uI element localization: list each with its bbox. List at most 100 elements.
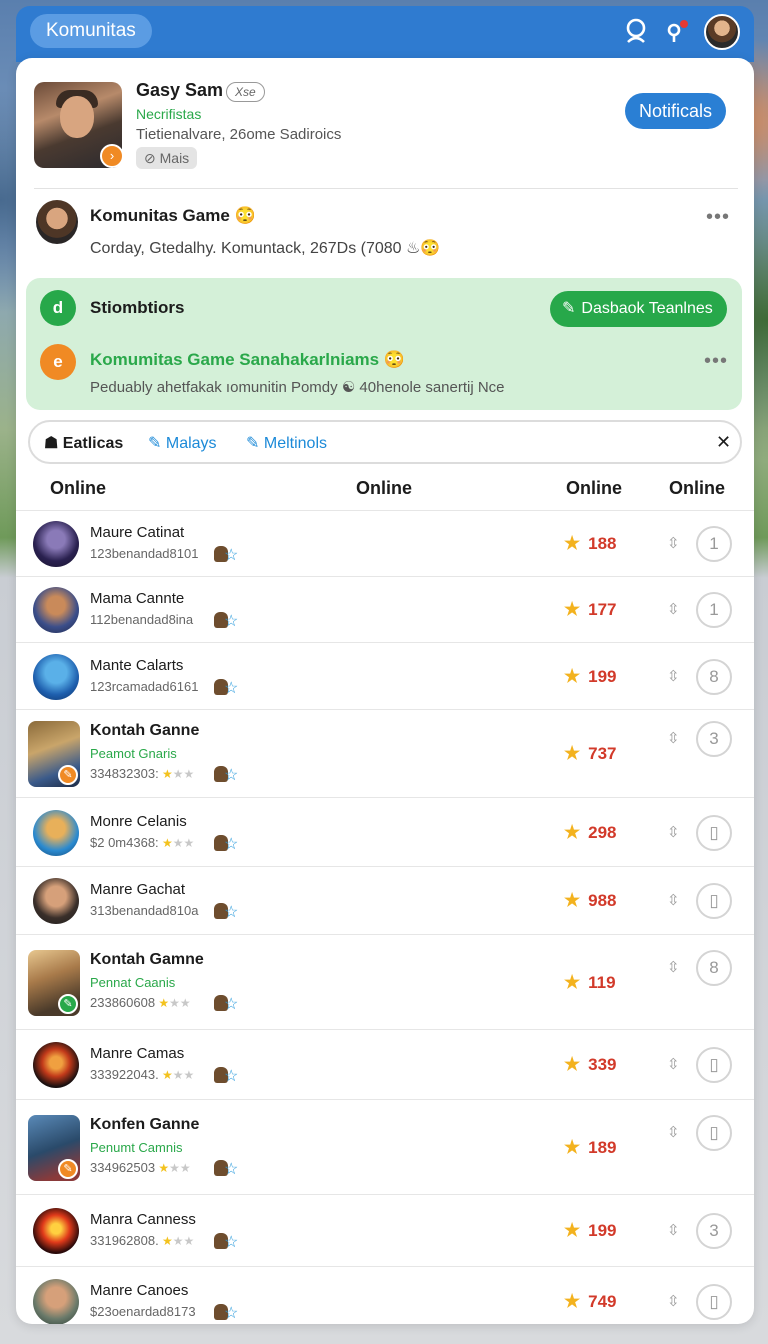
reorder-icon[interactable]: ⇳ [667,1123,680,1141]
reorder-icon[interactable]: ⇳ [667,891,680,909]
post-title: Komunitas Game 😳 [90,206,256,225]
list-item[interactable]: ✎ Kontah Gamne Pennat Caanis 233860608 ★★★ ☆… [16,934,754,1029]
rating-stars-icon: ★★★ [158,836,195,850]
filter-second[interactable]: ✎ Malays [148,433,217,453]
notification-icon[interactable] [662,16,692,46]
list-item[interactable]: Manre Gachat 313benandad810a ☆ ★ 988 ⇳ ▯ [16,866,754,934]
list-item[interactable]: Mante Calarts 123rcamadad6161 ☆ ★ 199 ⇳ 8 [16,642,754,709]
game-avatar[interactable] [33,810,79,856]
column-header[interactable]: Online [356,478,412,499]
score: ★ 749 [564,1291,617,1312]
panel-title: Stiombtiors [90,298,185,317]
score-value: 177 [588,600,617,619]
game-meta-text: 334962503 [90,1160,156,1175]
edit-badge-icon[interactable]: ✎ [58,994,78,1014]
list-item[interactable]: Mama Cannte 112benandad8ina ☆ ★ 177 ⇳ 1 [16,576,754,642]
reorder-icon[interactable]: ⇳ [667,823,680,841]
notifications-button[interactable]: Notificals [625,93,727,129]
score-value: 749 [588,1292,617,1311]
pencil-icon: ✎ [562,300,576,317]
game-avatar[interactable] [33,587,79,633]
game-name: Manre Canoes [90,1282,189,1299]
user-avatar[interactable] [704,14,740,50]
edit-badge-icon[interactable]: ✎ [58,1159,78,1179]
profile-tag: Xse [226,82,265,102]
game-meta-text: 331962808. [90,1233,159,1248]
score-value: 199 [588,1221,617,1240]
reorder-icon[interactable]: ⇳ [667,1221,680,1239]
player-figure-icon: ☆ [212,1300,238,1322]
count-badge[interactable]: ▯ [696,1284,732,1320]
score-value: 188 [588,534,617,553]
app-title[interactable]: Komunitas [30,14,152,48]
player-figure-icon: ☆ [212,1063,238,1085]
reorder-icon[interactable]: ⇳ [667,534,680,552]
game-avatar[interactable] [33,1279,79,1324]
star-icon: ★ [564,743,581,763]
count-badge[interactable]: 1 [696,526,732,562]
game-meta-text: 313benandad810a [90,903,199,918]
more-options-icon[interactable]: ••• [706,206,730,229]
post-avatar[interactable] [36,200,78,244]
profile-meta: Tietienalvare, 26ome Sadiroics [136,126,342,143]
rating-stars-icon: ★★★ [158,767,195,781]
list-item[interactable]: ✎ Konfen Ganne Penumt Camnis 334962503 ★★★ ☆… [16,1099,754,1194]
search-icon[interactable] [622,16,652,46]
list-item[interactable]: Manre Camas 333922043. ★★★ ☆ ★ 339 ⇳ ▯ [16,1029,754,1099]
close-icon[interactable]: ✕ [716,432,731,453]
score: ★ 188 [564,533,617,554]
edit-badge-icon[interactable]: › [100,144,124,168]
game-meta-text: 123rcamadad6161 [90,679,199,694]
filter-first[interactable]: ☗ Eatlicas [44,433,123,453]
more-options-icon[interactable]: ••• [704,350,728,373]
reorder-icon[interactable]: ⇳ [667,667,680,685]
list-item[interactable]: ✎ Kontah Ganne Peamot Gnaris 334832303: ★★★… [16,709,754,797]
game-avatar[interactable] [33,878,79,924]
game-avatar[interactable] [33,654,79,700]
profile-name: Gasy Sam [136,80,224,100]
count-badge[interactable]: 1 [696,592,732,628]
post-item[interactable]: Komunitas Game 😳 Corday, Gtedalhy. Komun… [16,198,754,268]
count-badge[interactable]: ▯ [696,883,732,919]
dashboard-button[interactable]: ✎ Dasbaok Teanlnes [550,291,727,327]
star-icon: ★ [564,890,581,910]
count-badge[interactable]: 3 [696,1213,732,1249]
reorder-icon[interactable]: ⇳ [667,600,680,618]
count-badge[interactable]: 8 [696,659,732,695]
panel-subtitle: Komumitas Game Sanahakarlniams 😳 [90,350,406,369]
count-badge[interactable]: ▯ [696,815,732,851]
player-figure-icon: ☆ [212,1156,238,1178]
reorder-icon[interactable]: ⇳ [667,1292,680,1310]
filter-first-label: Eatlicas [62,435,124,452]
game-avatar[interactable] [33,521,79,567]
main-card: › Gasy Sam Xse Necrifistas Tietienalvare… [16,58,754,1324]
filter-third[interactable]: ✎ Meltinols [246,433,327,453]
score: ★ 119 [564,972,616,993]
game-avatar[interactable] [33,1042,79,1088]
community-icon: d [40,290,76,326]
game-meta-text: $23oenardad8173 [90,1304,196,1319]
reorder-icon[interactable]: ⇳ [667,958,680,976]
list-item[interactable]: Manra Canness 331962808. ★★★ ☆ ★ 199 ⇳ 3 [16,1194,754,1266]
game-avatar[interactable] [33,1208,79,1254]
column-header[interactable]: Online [566,478,622,499]
count-badge[interactable]: ▯ [696,1047,732,1083]
tag-icon: ☗ [44,435,63,452]
reorder-icon[interactable]: ⇳ [667,1055,680,1073]
count-badge[interactable]: 3 [696,721,732,757]
count-badge[interactable]: ▯ [696,1115,732,1151]
list-item[interactable]: Maure Catinat 123benandad8101 ☆ ★ 188 ⇳ 1 [16,510,754,576]
column-header[interactable]: Online [669,478,725,499]
mais-button[interactable]: ⊘ Mais [136,147,198,169]
star-icon: ★ [564,1137,581,1157]
game-subtitle: Peamot Gnaris [90,746,177,761]
reorder-icon[interactable]: ⇳ [667,729,680,747]
column-header[interactable]: Online [50,478,106,499]
list-item[interactable]: Monre Celanis $2 0m4368: ★★★ ☆ ★ 298 ⇳ ▯ [16,797,754,866]
post-text: Corday, Gtedalhy. Komuntack, 267Ds (7080… [90,240,441,257]
edit-badge-icon[interactable]: ✎ [58,765,78,785]
count-badge[interactable]: 8 [696,950,732,986]
list-item[interactable]: Manre Canoes $23oenardad8173 ☆ ★ 749 ⇳ ▯ [16,1266,754,1324]
game-name: Konfen Ganne [90,1116,200,1133]
game-meta-text: 334832303: [90,766,159,781]
